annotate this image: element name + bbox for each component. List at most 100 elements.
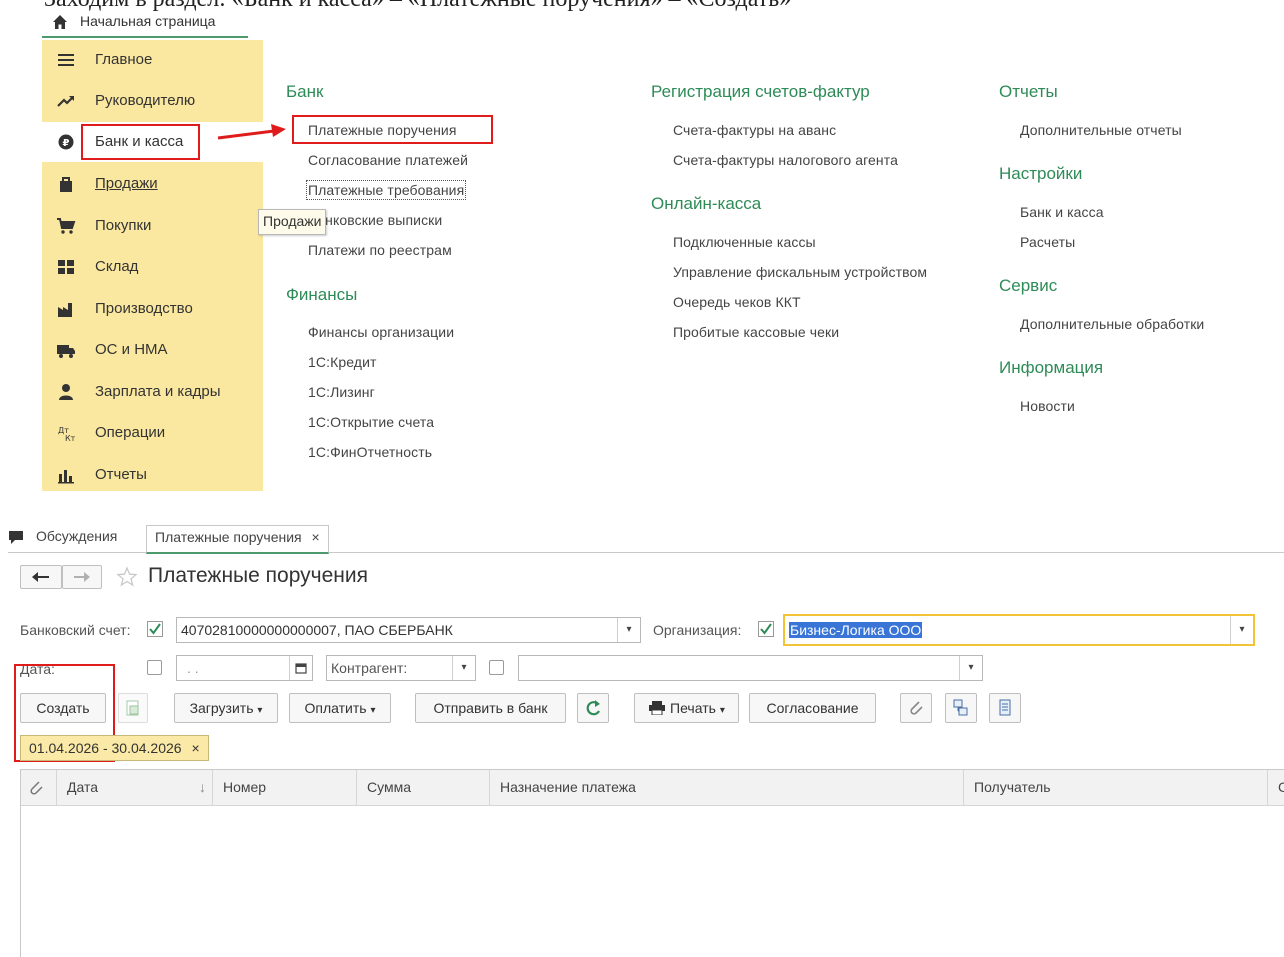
period-filter-label: 01.04.2026 - 30.04.2026 [29,740,182,756]
section-title-service: Сервис [999,276,1058,295]
operations-icon: ДтКт [58,426,76,442]
organization-label: Организация: [653,622,742,638]
bank-account-checkbox[interactable] [147,621,163,637]
menu-link-tax-agent-invoices[interactable]: Счета-фактуры налогового агента [673,152,898,168]
chevron-down-icon[interactable]: ▾ [1230,616,1253,644]
list-button[interactable] [989,693,1021,723]
sidebar-item-salary[interactable]: Зарплата и кадры [42,372,263,412]
counterparty-placeholder: Контрагент: [331,660,408,676]
sidebar-item-reports[interactable]: Отчеты [42,455,263,495]
section-title-finance: Финансы [286,285,358,304]
menu-link-credit[interactable]: 1С:Кредит [308,354,377,370]
pay-button[interactable]: Оплатить ▾ [289,693,391,723]
date-value: . . [187,660,199,676]
menu-link-additional-reports[interactable]: Дополнительные отчеты [1020,122,1182,138]
menu-link-additional-processing[interactable]: Дополнительные обработки [1020,316,1204,332]
chevron-down-icon: ▾ [257,705,263,716]
tooltip: Продажи [258,209,327,235]
date-field[interactable]: . . [176,655,313,681]
menu-link-printed-receipts[interactable]: Пробитые кассовые чеки [673,324,839,340]
attach-button[interactable] [900,693,932,723]
counterparty-field[interactable]: Контрагент: ▾ [326,655,476,681]
chevron-down-icon: ▾ [719,705,725,716]
sidebar-item-fixed-assets[interactable]: ОС и НМА [42,330,263,370]
sidebar-item-main[interactable]: Главное [42,40,263,80]
chevron-down-icon[interactable]: ▾ [959,656,982,680]
sidebar-item-label: Склад [95,258,139,275]
menu-link-fin-reporting[interactable]: 1С:ФинОтчетность [308,444,432,460]
menu-link-registry-payments[interactable]: Платежи по реестрам [308,242,452,258]
period-filter[interactable]: 01.04.2026 - 30.04.2026 × [20,735,209,761]
menu-link-leasing[interactable]: 1С:Лизинг [308,384,375,400]
menu-link-settlements[interactable]: Расчеты [1020,234,1075,250]
organization-value: Бизнес-Логика ООО [789,622,923,638]
printer-icon [649,701,666,716]
counterparty-value-field[interactable]: ▾ [518,655,983,681]
bank-account-label: Банковский счет: [20,622,131,638]
bank-account-field[interactable]: 40702810000000000007, ПАО СБЕРБАНК ▾ [176,617,641,643]
send-to-bank-button[interactable]: Отправить в банк [415,693,566,723]
sidebar-item-manager[interactable]: Руководителю [42,81,263,121]
menu-link-news[interactable]: Новости [1020,398,1075,414]
sidebar-item-label: Руководителю [95,92,196,109]
column-recipient[interactable]: Получатель [964,770,1268,805]
menu-link-payment-approval[interactable]: Согласование платежей [308,152,468,168]
table-header: Дата ↓ Номер Сумма Назначение платежа По… [21,770,1284,806]
menu-link-advance-invoices[interactable]: Счета-фактуры на аванс [673,122,836,138]
checkmark-icon [758,621,774,637]
date-checkbox[interactable] [147,660,162,675]
load-button-label: Загрузить [189,700,254,716]
discussions-icon [9,531,23,544]
menu-link-settings-bank[interactable]: Банк и касса [1020,204,1104,220]
column-amount[interactable]: Сумма [357,770,490,805]
sidebar-item-purchases[interactable]: Покупки [42,206,263,246]
tab-discussions[interactable]: Обсуждения [36,525,117,551]
organization-field[interactable]: Бизнес-Логика ООО ▾ [783,614,1255,646]
print-button[interactable]: Печать ▾ [634,693,739,723]
section-title-bank: Банк [286,82,324,101]
chevron-down-icon[interactable]: ▾ [617,618,640,642]
menu-link-payment-requests[interactable]: Платежные требования [305,180,467,200]
forward-button[interactable] [62,565,102,589]
counterparty-checkbox[interactable] [489,660,504,675]
copy-button[interactable] [118,693,148,723]
close-icon[interactable]: × [312,529,320,545]
paperclip-icon [910,701,923,715]
approval-button[interactable]: Согласование [749,693,876,723]
star-icon[interactable] [116,566,138,588]
column-number[interactable]: Номер [213,770,357,805]
menu-link-open-account[interactable]: 1С:Открытие счета [308,414,434,430]
list-doc-icon [999,699,1011,716]
home-tab[interactable]: Начальная страница [42,10,248,38]
close-icon[interactable]: × [191,740,199,756]
load-button[interactable]: Загрузить ▾ [174,693,278,723]
back-button[interactable] [20,565,62,589]
arrow-right-icon [74,572,90,582]
red-arrow [217,124,286,140]
menu-link-receipt-queue[interactable]: Очередь чеков ККТ [673,294,801,310]
menu-link-connected-registers[interactable]: Подключенные кассы [673,234,816,250]
structure-button[interactable] [945,693,977,723]
sidebar-item-production[interactable]: Производство [42,289,263,329]
menu-link-bank-statements[interactable]: Банковские выписки [308,212,442,228]
organization-checkbox[interactable] [758,621,774,637]
sidebar-item-label: Продажи [95,175,158,192]
column-attachment[interactable] [21,770,57,805]
home-icon [53,15,67,29]
sidebar-item-warehouse[interactable]: Склад [42,247,263,287]
chevron-down-icon[interactable]: ▾ [452,656,475,680]
column-extra[interactable]: С [1268,770,1284,805]
refresh-button[interactable] [577,693,609,723]
menu-link-fiscal-device[interactable]: Управление фискальным устройством [673,264,927,280]
cart-icon [57,218,76,234]
money-circle-icon: ₽ [58,134,74,150]
column-date[interactable]: Дата ↓ [57,770,213,805]
factory-icon [58,303,72,317]
column-purpose[interactable]: Назначение платежа [490,770,964,805]
sidebar-item-sales[interactable]: Продажи [42,164,263,204]
menu-link-org-finance[interactable]: Финансы организации [308,324,454,340]
truck-icon [57,345,75,358]
tab-payment-orders[interactable]: Платежные поручения × [146,525,329,554]
calendar-icon[interactable] [289,656,312,680]
sidebar-item-operations[interactable]: Дт Кт Операции [42,413,263,453]
